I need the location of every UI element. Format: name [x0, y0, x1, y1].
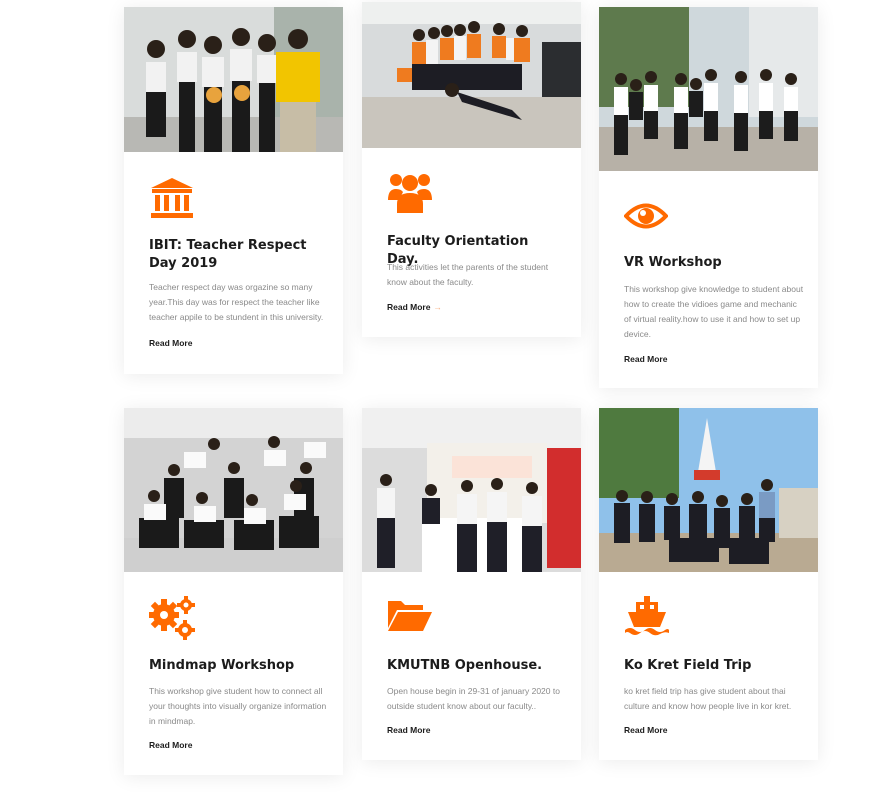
read-more-link[interactable]: Read More [624, 354, 667, 364]
event-card-orientation-day: Faculty Orientation Day. This activities… [362, 2, 581, 337]
card-title[interactable]: IBIT: Teacher Respect Day 2019 [149, 237, 325, 273]
event-card-vr-workshop: VR Workshop This workshop give knowledge… [599, 7, 818, 388]
gears-icon [149, 596, 195, 640]
card-description: This workshop give knowledge to student … [624, 284, 804, 339]
read-more-label: Read More [624, 354, 668, 364]
read-more-label: Read More [149, 338, 193, 348]
event-photo[interactable] [362, 2, 581, 148]
card-title[interactable]: VR Workshop [624, 254, 800, 272]
users-icon [387, 170, 433, 214]
event-card-openhouse: KMUTNB Openhouse. Open house begin in 29… [362, 408, 581, 760]
read-more-link[interactable]: Read More [149, 338, 192, 348]
card-description: This activities let the parents of the s… [387, 262, 549, 287]
event-photo[interactable] [599, 408, 818, 572]
event-photo[interactable] [362, 408, 581, 572]
card-description: Open house begin in 29-31 of january 202… [387, 686, 560, 711]
read-more-label: Read More [624, 725, 668, 735]
card-description: Teacher respect day was orgazine so many… [149, 282, 324, 322]
event-card-ko-kret-trip: Ko Kret Field Trip ko kret field trip ha… [599, 408, 818, 760]
arrow-right-icon: → [433, 302, 442, 312]
event-card-teacher-respect-day: IBIT: Teacher Respect Day 2019 Teacher r… [124, 7, 343, 374]
read-more-link[interactable]: Read More [387, 725, 430, 735]
institution-icon [149, 177, 195, 219]
eye-icon [624, 201, 668, 231]
card-title[interactable]: Mindmap Workshop [149, 657, 325, 675]
event-photo[interactable] [124, 408, 343, 572]
read-more-label: Read More [387, 725, 431, 735]
event-card-mindmap-workshop: Mindmap Workshop This workshop give stud… [124, 408, 343, 775]
folder-open-icon [387, 598, 433, 632]
ship-icon [624, 596, 670, 638]
card-description: ko kret field trip has give student abou… [624, 686, 792, 711]
read-more-label: Read More [387, 302, 431, 312]
event-photo[interactable] [124, 7, 343, 152]
read-more-label: Read More [149, 740, 193, 750]
read-more-link[interactable]: Read More → [387, 302, 442, 312]
card-title[interactable]: Ko Kret Field Trip [624, 657, 800, 675]
event-photo[interactable] [599, 7, 818, 171]
card-title[interactable]: KMUTNB Openhouse. [387, 657, 563, 675]
read-more-link[interactable]: Read More [624, 725, 667, 735]
read-more-link[interactable]: Read More [149, 740, 192, 750]
card-description: This workshop give student how to connec… [149, 686, 327, 726]
